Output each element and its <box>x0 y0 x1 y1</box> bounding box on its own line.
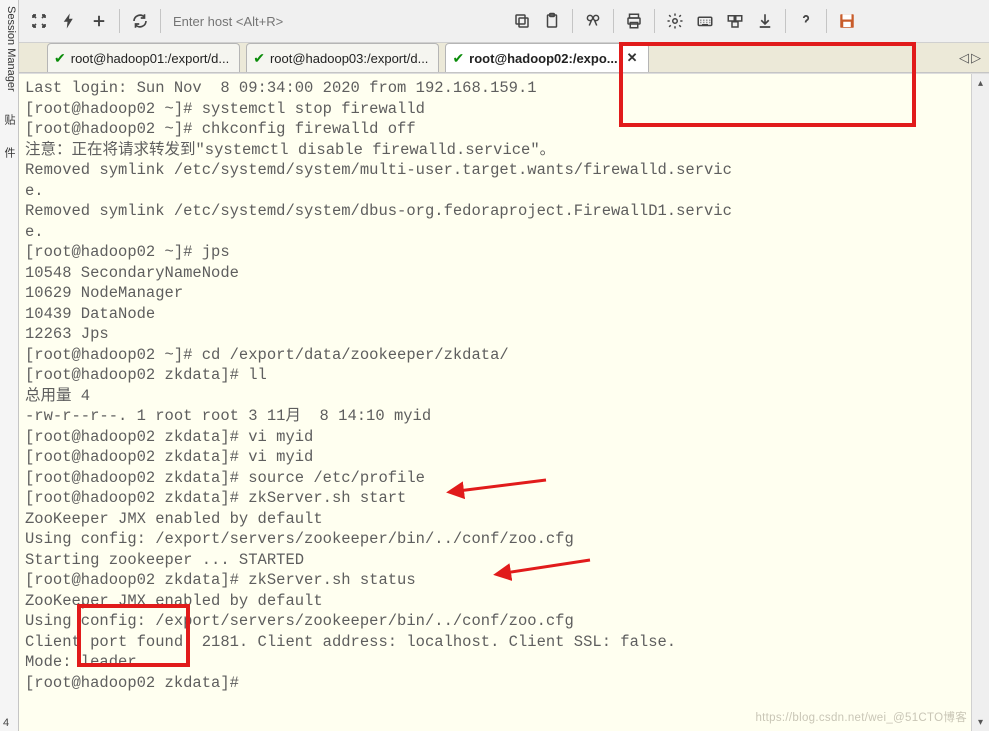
check-icon: ✔ <box>452 50 464 67</box>
terminal-line: [root@hadoop02 zkdata]# zkServer.sh stat… <box>25 570 965 591</box>
terminal-line: Client port found: 2181. Client address:… <box>25 632 965 653</box>
tab-hadoop02[interactable]: ✔ root@hadoop02:/expo... ✕ <box>445 43 648 72</box>
terminal-line: 注意：正在将请求转发到"systemctl disable firewalld.… <box>25 140 965 161</box>
terminal-line: 10548 SecondaryNameNode <box>25 263 965 284</box>
main-toolbar <box>19 0 989 43</box>
tab-label: root@hadoop02:/expo... <box>469 51 617 66</box>
print-icon[interactable] <box>620 7 648 35</box>
check-icon: ✔ <box>54 50 66 67</box>
scroll-down-icon[interactable]: ▾ <box>972 713 989 731</box>
terminal-line: [root@hadoop02 ~]# jps <box>25 242 965 263</box>
terminal-line: 12263 Jps <box>25 324 965 345</box>
toolbar-separator <box>572 9 573 33</box>
terminal-line: Removed symlink /etc/systemd/system/mult… <box>25 160 965 181</box>
terminal-line: Mode: leader <box>25 652 965 673</box>
multi-monitor-icon[interactable] <box>721 7 749 35</box>
lightning-icon[interactable] <box>55 7 83 35</box>
tabs-scroll-right[interactable]: ▷ <box>971 50 981 66</box>
help-icon[interactable] <box>792 7 820 35</box>
check-icon: ✔ <box>253 50 265 67</box>
terminal-line: -rw-r--r--. 1 root root 3 11月 8 14:10 my… <box>25 406 965 427</box>
paste-icon[interactable] <box>538 7 566 35</box>
download-icon[interactable] <box>751 7 779 35</box>
terminal-line: ZooKeeper JMX enabled by default <box>25 509 965 530</box>
terminal-line: [root@hadoop02 zkdata]# zkServer.sh star… <box>25 488 965 509</box>
toolbar-separator <box>119 9 120 33</box>
scrollbar[interactable]: ▴ ▾ <box>971 74 989 731</box>
tab-label: root@hadoop01:/export/d... <box>71 51 229 66</box>
settings-icon[interactable] <box>661 7 689 35</box>
close-icon[interactable]: ✕ <box>627 50 638 66</box>
terminal-line: Using config: /export/servers/zookeeper/… <box>25 611 965 632</box>
terminal-line: [root@hadoop02 zkdata]# vi myid <box>25 427 965 448</box>
toolbar-separator <box>613 9 614 33</box>
terminal-line: [root@hadoop02 ~]# chkconfig firewalld o… <box>25 119 965 140</box>
session-tabs: ✔ root@hadoop01:/export/d... ✔ root@hado… <box>19 43 989 73</box>
sidebar: Session Manager 贴 件 4 <box>0 0 19 731</box>
terminal-line: e. <box>25 181 965 202</box>
terminal-line: Using config: /export/servers/zookeeper/… <box>25 529 965 550</box>
toolbar-separator <box>160 9 161 33</box>
terminal-line: 10439 DataNode <box>25 304 965 325</box>
terminal-line: [root@hadoop02 zkdata]# vi myid <box>25 447 965 468</box>
host-input-wrap <box>169 9 359 33</box>
sidebar-tab-file[interactable]: 件 <box>0 141 18 164</box>
terminal-line: [root@hadoop02 zkdata]# ll <box>25 365 965 386</box>
sidebar-tab-session-manager[interactable]: Session Manager <box>0 0 18 98</box>
terminal-output[interactable]: Last login: Sun Nov 8 09:34:00 2020 from… <box>19 74 971 731</box>
tab-label: root@hadoop03:/export/d... <box>270 51 428 66</box>
watermark-text: https://blog.csdn.net/wei_@51CTO博客 <box>755 709 967 725</box>
terminal-line: 总用量 4 <box>25 386 965 407</box>
terminal-line: Last login: Sun Nov 8 09:34:00 2020 from… <box>25 78 965 99</box>
refresh-icon[interactable] <box>126 7 154 35</box>
find-icon[interactable] <box>579 7 607 35</box>
toolbar-separator <box>654 9 655 33</box>
plus-icon[interactable] <box>85 7 113 35</box>
keyboard-icon[interactable] <box>691 7 719 35</box>
sidebar-num: 4 <box>0 715 18 731</box>
scroll-up-icon[interactable]: ▴ <box>972 74 989 92</box>
terminal-line: [root@hadoop02 ~]# cd /export/data/zooke… <box>25 345 965 366</box>
host-input[interactable] <box>169 9 359 33</box>
terminal-line: [root@hadoop02 zkdata]# <box>25 673 965 694</box>
tab-hadoop03[interactable]: ✔ root@hadoop03:/export/d... <box>246 43 439 72</box>
reconnect-icon[interactable] <box>25 7 53 35</box>
save-disk-icon[interactable] <box>833 7 861 35</box>
tabs-scroll-left[interactable]: ◁ <box>959 50 969 66</box>
copy-icon[interactable] <box>508 7 536 35</box>
sidebar-tab-paste[interactable]: 贴 <box>0 108 18 131</box>
terminal-line: [root@hadoop02 zkdata]# source /etc/prof… <box>25 468 965 489</box>
terminal-line: Removed symlink /etc/systemd/system/dbus… <box>25 201 965 222</box>
tab-hadoop01[interactable]: ✔ root@hadoop01:/export/d... <box>47 43 240 72</box>
toolbar-separator <box>826 9 827 33</box>
toolbar-separator <box>785 9 786 33</box>
terminal-line: [root@hadoop02 ~]# systemctl stop firewa… <box>25 99 965 120</box>
terminal-line: ZooKeeper JMX enabled by default <box>25 591 965 612</box>
terminal-line: e. <box>25 222 965 243</box>
terminal-line: 10629 NodeManager <box>25 283 965 304</box>
terminal-line: Starting zookeeper ... STARTED <box>25 550 965 571</box>
